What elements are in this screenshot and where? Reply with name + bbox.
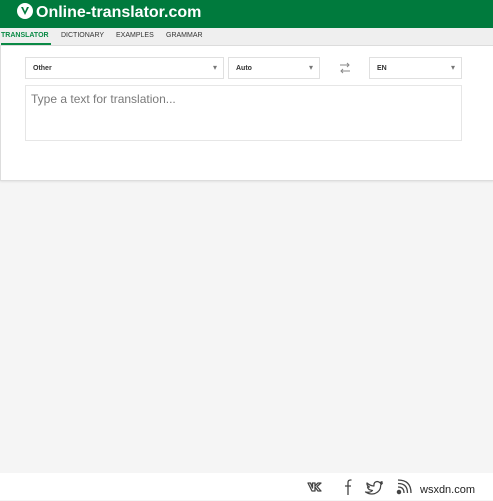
source-language-select[interactable]: Auto ▾	[228, 57, 320, 79]
main-nav: TRANSLATOR DICTIONARY EXAMPLES GRAMMAR	[0, 28, 493, 46]
v-check-icon[interactable]	[17, 3, 33, 19]
rss-icon[interactable]	[395, 478, 415, 496]
target-language-select[interactable]: EN ▾	[369, 57, 462, 79]
category-select-value: Other	[33, 65, 52, 72]
swap-arrows-icon[interactable]	[338, 61, 352, 75]
source-language-value: Auto	[236, 65, 252, 72]
target-language-value: EN	[377, 65, 387, 72]
active-tab-indicator	[1, 43, 51, 45]
twitter-icon[interactable]	[364, 478, 384, 496]
watermark-text: wsxdn.com	[420, 484, 476, 496]
translation-input[interactable]	[25, 85, 462, 141]
tab-translator[interactable]: TRANSLATOR	[1, 32, 49, 39]
tab-examples[interactable]: EXAMPLES	[116, 32, 154, 39]
vk-icon[interactable]	[307, 478, 327, 496]
site-header: Online-translator.com	[0, 0, 493, 28]
site-logo-text[interactable]: Online-translator.com	[36, 4, 201, 22]
facebook-icon[interactable]	[337, 478, 357, 496]
chevron-down-icon: ▾	[212, 63, 217, 72]
tab-grammar[interactable]: GRAMMAR	[166, 32, 203, 39]
tab-dictionary[interactable]: DICTIONARY	[61, 32, 104, 39]
category-select[interactable]: Other ▾	[25, 57, 224, 79]
chevron-down-icon: ▾	[308, 63, 313, 72]
chevron-down-icon: ▾	[450, 63, 455, 72]
